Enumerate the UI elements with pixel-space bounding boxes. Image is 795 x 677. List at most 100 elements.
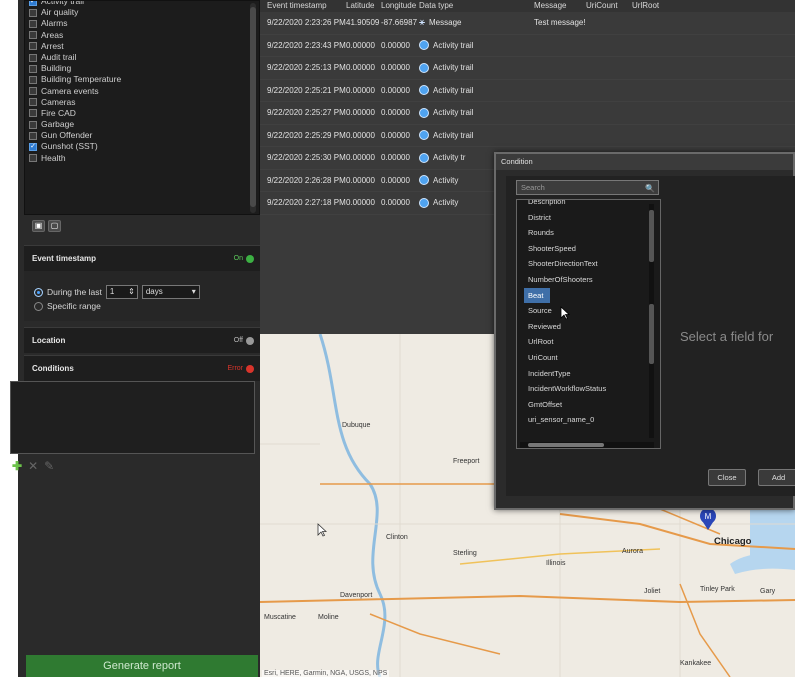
stepper-icon[interactable]: ⇕ bbox=[128, 286, 135, 298]
specific-range-radio[interactable] bbox=[34, 301, 43, 311]
event-type-checkbox[interactable] bbox=[29, 64, 37, 73]
event-type-scrollbar[interactable] bbox=[250, 3, 256, 213]
specific-range-option[interactable]: Specific range bbox=[34, 301, 101, 311]
conditions-toggle[interactable]: Error bbox=[227, 364, 254, 373]
column-header[interactable]: Longitude bbox=[378, 0, 416, 12]
event-type-item[interactable]: Fire CAD bbox=[25, 108, 259, 119]
report-filter-panel: ✓ Activity trail Air quality Alarms Areas Arr… bbox=[18, 0, 260, 677]
field-item[interactable]: ShooterDirectionText bbox=[517, 256, 637, 272]
event-type-list[interactable]: ✓ Activity trail Air quality Alarms Areas Arr… bbox=[24, 0, 260, 215]
event-type-checkbox[interactable] bbox=[29, 87, 37, 96]
event-timestamp-header[interactable]: Event timestamp On bbox=[24, 245, 260, 271]
column-header[interactable]: Event timestamp bbox=[260, 0, 343, 12]
data-type-label: Activity trail bbox=[433, 85, 474, 95]
event-type-item[interactable]: ✓ Gunshot (SST) bbox=[25, 141, 259, 152]
conditions-header[interactable]: Conditions Error bbox=[24, 355, 260, 381]
event-type-item[interactable]: Air quality bbox=[25, 7, 259, 18]
event-type-checkbox[interactable] bbox=[29, 131, 37, 140]
event-type-item[interactable]: Camera events bbox=[25, 86, 259, 97]
field-item[interactable]: ShooterSpeed bbox=[517, 241, 637, 257]
field-list[interactable]: Description District Rounds ShooterSpeed Sho… bbox=[516, 199, 661, 449]
event-type-checkbox[interactable] bbox=[29, 19, 37, 28]
table-row[interactable]: 9/22/2020 2:23:43 PM 0.00000 0.00000 Activi… bbox=[260, 35, 795, 57]
activity-trail-icon bbox=[419, 62, 429, 73]
field-item[interactable]: uri_sensor_name_0 bbox=[517, 412, 637, 428]
event-type-checkbox[interactable] bbox=[29, 120, 37, 129]
event-type-item[interactable]: Garbage bbox=[25, 119, 259, 130]
column-header[interactable]: Latitude bbox=[343, 0, 378, 12]
event-type-checkbox[interactable] bbox=[29, 42, 37, 51]
event-type-checkbox[interactable]: ✓ bbox=[29, 143, 37, 152]
field-list-horizontal-scrollbar[interactable] bbox=[520, 442, 654, 448]
event-type-checkbox[interactable] bbox=[29, 53, 37, 62]
select-none-icon[interactable]: ▢ bbox=[48, 220, 61, 232]
event-type-item[interactable]: Arrest bbox=[25, 41, 259, 52]
conditions-title: Conditions bbox=[32, 364, 74, 373]
field-item[interactable]: IncidentType bbox=[517, 366, 637, 382]
field-item[interactable]: UrlRoot bbox=[517, 334, 637, 350]
during-last-option[interactable]: During the last 1 ⇕ days ▾ bbox=[34, 285, 200, 299]
event-type-item[interactable]: Gun Offender bbox=[25, 130, 259, 141]
column-header[interactable]: Message bbox=[531, 0, 583, 12]
field-item[interactable]: UriCount bbox=[517, 350, 637, 366]
field-item[interactable]: NumberOfShooters bbox=[517, 272, 637, 288]
select-all-icon[interactable]: ▣ bbox=[32, 220, 45, 232]
location-toggle[interactable]: Off bbox=[234, 336, 254, 345]
event-type-item[interactable]: Audit trail bbox=[25, 52, 259, 63]
table-row[interactable]: 9/22/2020 2:23:26 PM 41.90509 -87.66987 ⚹ Me… bbox=[260, 12, 795, 35]
add-button[interactable]: Add bbox=[758, 469, 795, 486]
event-type-item[interactable]: Health bbox=[25, 153, 259, 164]
duration-unit-select[interactable]: days ▾ bbox=[141, 285, 200, 299]
table-row[interactable]: 9/22/2020 2:25:13 PM 0.00000 0.00000 Activi… bbox=[260, 57, 795, 80]
timestamp-cell: 9/22/2020 2:23:26 PM bbox=[267, 18, 346, 28]
event-type-checkbox[interactable]: ✓ bbox=[29, 1, 37, 6]
map-place-label: Davenport bbox=[340, 592, 373, 599]
event-type-item[interactable]: Areas bbox=[25, 30, 259, 41]
field-item[interactable]: IncidentWorkflowStatus bbox=[517, 381, 637, 397]
scrollbar-thumb[interactable] bbox=[649, 210, 654, 262]
table-row[interactable]: 9/22/2020 2:25:21 PM 0.00000 0.00000 Activi… bbox=[260, 80, 795, 102]
column-header[interactable]: UrlRoot bbox=[629, 0, 689, 12]
message-cell: Test message! bbox=[534, 18, 586, 28]
event-type-checkbox[interactable] bbox=[29, 154, 37, 163]
event-type-item[interactable]: Building bbox=[25, 63, 259, 74]
field-item[interactable]: GmtOffset bbox=[517, 397, 637, 413]
event-type-checkbox[interactable] bbox=[29, 8, 37, 17]
scrollbar-thumb[interactable] bbox=[649, 304, 654, 364]
event-type-checkbox[interactable] bbox=[29, 109, 37, 118]
field-item[interactable]: District bbox=[517, 210, 637, 226]
map-attribution: Esri, HERE, Garmin, NGA, USGS, NPS bbox=[262, 670, 390, 677]
generate-report-button[interactable]: Generate report bbox=[26, 655, 258, 677]
event-type-item[interactable]: Alarms bbox=[25, 18, 259, 29]
delete-condition-icon[interactable]: ✕ bbox=[28, 459, 38, 473]
during-last-radio[interactable] bbox=[34, 287, 43, 297]
duration-amount-input[interactable]: 1 ⇕ bbox=[105, 285, 138, 299]
table-row[interactable]: 9/22/2020 2:25:27 PM 0.00000 0.00000 Activi… bbox=[260, 102, 795, 125]
field-item[interactable]: Reviewed bbox=[517, 319, 637, 335]
event-type-item[interactable]: Cameras bbox=[25, 97, 259, 108]
event-timestamp-toggle[interactable]: On bbox=[234, 254, 254, 263]
column-header[interactable]: UriCount bbox=[583, 0, 629, 12]
close-button[interactable]: Close bbox=[708, 469, 746, 486]
field-item[interactable]: Description bbox=[517, 200, 637, 210]
location-header[interactable]: Location Off bbox=[24, 327, 260, 353]
event-type-item[interactable]: Building Temperature bbox=[25, 74, 259, 85]
search-icon[interactable]: 🔍 bbox=[645, 182, 655, 195]
mouse-cursor-icon bbox=[560, 306, 570, 320]
field-item[interactable]: Beat bbox=[524, 287, 550, 304]
event-type-checkbox[interactable] bbox=[29, 75, 37, 84]
scrollbar-thumb[interactable] bbox=[250, 7, 256, 207]
field-item[interactable]: Rounds bbox=[517, 225, 637, 241]
event-type-checkbox[interactable] bbox=[29, 98, 37, 107]
table-row[interactable]: 9/22/2020 2:25:29 PM 0.00000 0.00000 Activi… bbox=[260, 125, 795, 147]
column-header[interactable]: Data type bbox=[416, 0, 531, 12]
conditions-list[interactable] bbox=[10, 381, 255, 454]
event-type-checkbox[interactable] bbox=[29, 31, 37, 40]
add-condition-icon[interactable]: ✚ bbox=[12, 459, 22, 473]
field-search-input[interactable]: Search 🔍 bbox=[516, 180, 659, 195]
event-type-item[interactable]: ✓ Activity trail bbox=[25, 1, 259, 7]
field-item[interactable]: Source bbox=[517, 303, 637, 319]
field-list-vertical-scrollbar[interactable] bbox=[649, 204, 654, 438]
scrollbar-thumb[interactable] bbox=[528, 443, 604, 447]
edit-condition-icon[interactable]: ✎ bbox=[44, 459, 54, 473]
